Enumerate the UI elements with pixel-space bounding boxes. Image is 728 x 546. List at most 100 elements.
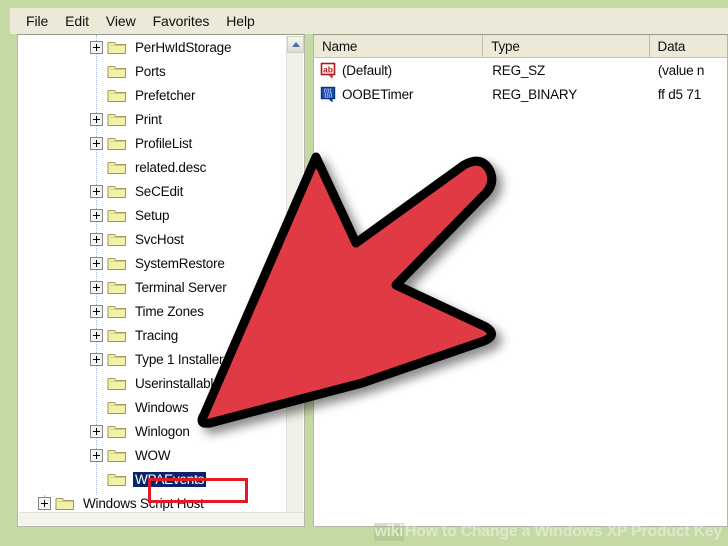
scroll-up-button[interactable] — [287, 36, 304, 53]
folder-icon — [107, 88, 127, 103]
tree-item-setup[interactable]: Setup — [18, 203, 287, 227]
tree-node-stub — [90, 401, 103, 414]
tree-item-prefetcher[interactable]: Prefetcher — [18, 83, 287, 107]
tree-item-label: Time Zones — [135, 303, 204, 319]
tree-item-profilelist[interactable]: ProfileList — [18, 131, 287, 155]
expand-plus-icon[interactable] — [90, 424, 103, 438]
folder-icon — [107, 136, 127, 151]
expand-plus-icon[interactable] — [90, 448, 103, 462]
folder-icon — [107, 328, 127, 343]
expand-plus-icon[interactable] — [90, 304, 103, 318]
expand-plus-icon[interactable] — [90, 184, 103, 198]
folder-icon — [55, 496, 75, 511]
folder-icon — [107, 160, 127, 175]
folder-icon — [107, 40, 127, 55]
tree-item-label: Prefetcher — [135, 87, 196, 103]
tree-item-label: SeCEdit — [135, 183, 184, 199]
folder-icon — [107, 64, 127, 79]
tree-item-label: Windows Script Host — [83, 495, 204, 511]
expand-plus-icon[interactable] — [90, 328, 103, 342]
tree-item-windows[interactable]: Windows — [18, 395, 287, 419]
column-header-data[interactable]: Data — [650, 35, 727, 57]
tree-item-winlogon[interactable]: Winlogon — [18, 419, 287, 443]
tree-item-ports[interactable]: Ports — [18, 59, 287, 83]
tree-node-stub — [90, 473, 103, 486]
tree-item-label: WPAEvents — [133, 471, 207, 487]
value-type-cell: REG_SZ — [492, 62, 546, 78]
folder-icon — [107, 400, 127, 415]
expand-plus-icon[interactable] — [90, 232, 103, 246]
folder-icon — [107, 424, 127, 439]
expand-plus-icon[interactable] — [90, 136, 103, 150]
tree-vertical-scrollbar[interactable] — [286, 36, 304, 514]
menu-item-edit[interactable]: Edit — [57, 11, 98, 31]
menu-bar: File Edit View Favorites Help — [10, 8, 728, 34]
expand-plus-icon[interactable] — [90, 40, 103, 54]
expand-plus-icon[interactable] — [90, 112, 103, 126]
folder-icon — [107, 112, 127, 127]
expand-plus-icon[interactable] — [90, 352, 103, 366]
tree-item-label: SystemRestore — [135, 255, 225, 271]
tree-item-wow[interactable]: WOW — [18, 443, 287, 467]
registry-editor-window: File Edit View Favorites Help PerHwIdSto… — [0, 0, 728, 546]
menu-item-file[interactable]: File — [18, 11, 57, 31]
tree-item-label: Terminal Server — [135, 279, 227, 295]
value-type-cell: REG_BINARY — [492, 86, 577, 102]
folder-icon — [107, 256, 127, 271]
folder-icon — [107, 448, 127, 463]
tree-item-label: Print — [135, 111, 162, 127]
value-data-cell: (value n — [657, 62, 705, 78]
tree-item-time-zones[interactable]: Time Zones — [18, 299, 287, 323]
expand-plus-icon[interactable] — [38, 496, 51, 510]
folder-icon — [107, 472, 127, 487]
tree-item-secedit[interactable]: SeCEdit — [18, 179, 287, 203]
tree-item-label: SvcHost — [135, 231, 184, 247]
values-list-row[interactable]: 011 110 OOBETimer REG_BINARY ff d5 71 — [314, 82, 727, 106]
tree-item-terminal-server[interactable]: Terminal Server — [18, 275, 287, 299]
tree-item-label: Windows — [135, 399, 189, 415]
tree-item-label: Type 1 Installer — [135, 351, 224, 367]
tree-item-tracing[interactable]: Tracing — [18, 323, 287, 347]
window-body: PerHwIdStorage Ports Prefetcher Print Profil… — [17, 34, 728, 532]
binary-value-icon: 011 110 — [320, 86, 338, 103]
folder-icon — [107, 184, 127, 199]
tree-item-label: Setup — [135, 207, 170, 223]
tree-scroll-area[interactable]: PerHwIdStorage Ports Prefetcher Print Profil… — [18, 35, 287, 515]
expand-plus-icon[interactable] — [90, 280, 103, 294]
folder-icon — [107, 352, 127, 367]
tree-node-stub — [90, 89, 103, 102]
tree-item-label: Ports — [135, 63, 166, 79]
tree-item-wpaevents[interactable]: WPAEvents — [18, 467, 287, 491]
menu-item-help[interactable]: Help — [218, 11, 263, 31]
values-list-header: Name Type Data — [314, 35, 727, 58]
tree-item-svchost[interactable]: SvcHost — [18, 227, 287, 251]
expand-plus-icon[interactable] — [90, 256, 103, 270]
expand-plus-icon[interactable] — [90, 208, 103, 222]
tree-item-label: Winlogon — [135, 423, 190, 439]
tree-item-systemrestore[interactable]: SystemRestore — [18, 251, 287, 275]
tree-item-label: PerHwIdStorage — [135, 39, 232, 55]
value-name-cell: OOBETimer — [342, 86, 414, 102]
value-data-cell: ff d5 71 — [657, 86, 702, 102]
tree-item-related-desc[interactable]: related.desc — [18, 155, 287, 179]
tree-item-userinstallable[interactable]: Userinstallable. — [18, 371, 287, 395]
watermark-brand: wiki — [373, 523, 404, 541]
values-list-row[interactable]: ab (Default) REG_SZ (value n — [314, 58, 727, 82]
tree-node-stub — [90, 377, 103, 390]
tree-item-type-1-installer[interactable]: Type 1 Installer — [18, 347, 287, 371]
column-header-name[interactable]: Name — [314, 35, 484, 57]
tree-item-perhwidstorage[interactable]: PerHwIdStorage — [18, 35, 287, 59]
column-header-type[interactable]: Type — [483, 35, 650, 57]
svg-text:ab: ab — [323, 64, 333, 74]
registry-key-tree-pane[interactable]: PerHwIdStorage Ports Prefetcher Print Profil… — [17, 34, 305, 527]
tree-item-label: ProfileList — [135, 135, 193, 151]
folder-icon — [107, 280, 127, 295]
tree-item-label: related.desc — [135, 159, 207, 175]
menu-item-view[interactable]: View — [98, 11, 145, 31]
tree-item-print[interactable]: Print — [18, 107, 287, 131]
menu-item-favorites[interactable]: Favorites — [145, 11, 219, 31]
watermark-text: How to Change a Windows XP Product Key — [404, 523, 722, 540]
folder-icon — [107, 304, 127, 319]
wikihow-watermark: wiki How to Change a Windows XP Product … — [0, 518, 728, 546]
registry-values-pane[interactable]: Name Type Data ab (Default) REG_SZ (value n… — [313, 34, 728, 527]
